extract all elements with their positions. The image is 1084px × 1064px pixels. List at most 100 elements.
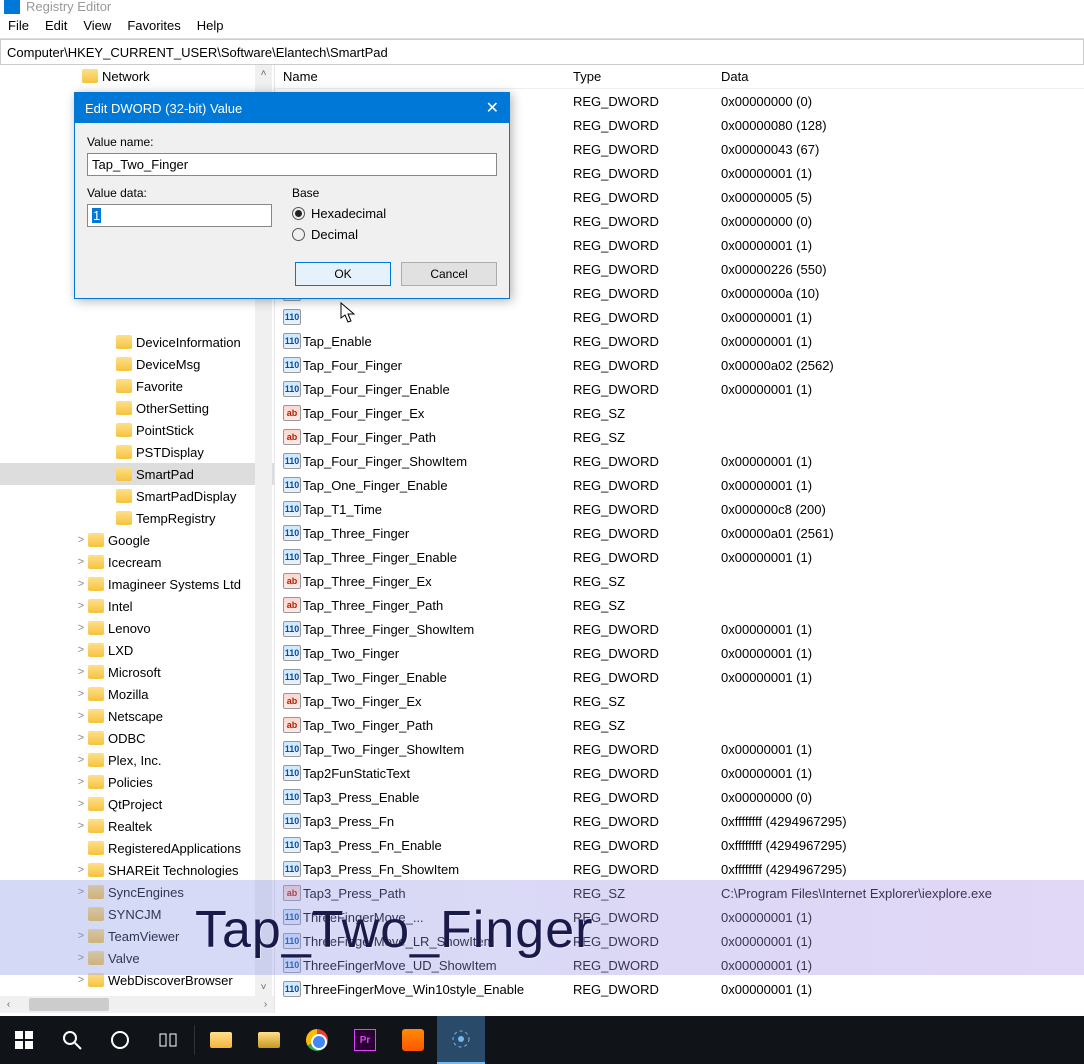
list-row[interactable]: 110ThreeFingerMove_LR_ShowItemREG_DWORD0… [275,929,1084,953]
tree-item[interactable]: SmartPad [0,463,274,485]
reg-dword-icon: 110 [283,981,301,997]
list-row[interactable]: 110Tap_Three_FingerREG_DWORD0x00000a01 (… [275,521,1084,545]
tree-item[interactable]: >Mozilla [0,683,274,705]
tree-item[interactable]: >Realtek [0,815,274,837]
list-row[interactable]: 110Tap3_Press_EnableREG_DWORD0x00000000 … [275,785,1084,809]
cortana-icon[interactable] [96,1016,144,1064]
list-row[interactable]: abTap_Four_Finger_PathREG_SZ [275,425,1084,449]
tree-item[interactable]: >ODBC [0,727,274,749]
value-data-input[interactable]: 1 [87,204,272,227]
tree-item[interactable]: DeviceMsg [0,353,274,375]
tree-item[interactable]: >Imagineer Systems Ltd [0,573,274,595]
list-row[interactable]: 110Tap_T1_TimeREG_DWORD0x000000c8 (200) [275,497,1084,521]
list-row[interactable]: 110Tap_Three_Finger_ShowItemREG_DWORD0x0… [275,617,1084,641]
tree-item[interactable]: >Netscape [0,705,274,727]
tree-hscrollbar[interactable]: ‹ › [0,996,274,1013]
ok-button[interactable]: OK [295,262,391,286]
tree-item[interactable]: >QtProject [0,793,274,815]
tree-item[interactable]: DeviceInformation [0,331,274,353]
pinned-app-icon[interactable] [245,1016,293,1064]
list-row[interactable]: abTap_Two_Finger_ExREG_SZ [275,689,1084,713]
col-name[interactable]: Name [283,69,573,84]
tree-item[interactable]: >Plex, Inc. [0,749,274,771]
col-data[interactable]: Data [721,69,1084,84]
menu-help[interactable]: Help [197,18,224,33]
start-button[interactable] [0,1016,48,1064]
tree-item[interactable]: SmartPadDisplay [0,485,274,507]
list-row[interactable]: 110Tap_EnableREG_DWORD0x00000001 (1) [275,329,1084,353]
scroll-left-icon[interactable]: ‹ [0,996,17,1013]
tree-item[interactable]: SYNCJM [0,903,274,925]
scroll-right-icon[interactable]: › [257,996,274,1013]
tree-item[interactable]: >Microsoft [0,661,274,683]
taskbar[interactable]: Pr [0,1016,1084,1064]
active-app-icon[interactable] [437,1016,485,1064]
tree-item[interactable]: RegisteredApplications [0,837,274,859]
list-row[interactable]: 110Tap_Two_Finger_EnableREG_DWORD0x00000… [275,665,1084,689]
list-row[interactable]: 110Tap3_Press_Fn_ShowItemREG_DWORD0xffff… [275,857,1084,881]
tree-item[interactable]: >WebDiscoverBrowser [0,969,274,991]
tree-item[interactable]: >Intel [0,595,274,617]
list-row[interactable]: abTap_Four_Finger_ExREG_SZ [275,401,1084,425]
scroll-up-icon[interactable]: ˄ [255,65,272,82]
col-type[interactable]: Type [573,69,721,84]
cancel-button[interactable]: Cancel [401,262,497,286]
taskview-icon[interactable] [144,1016,192,1064]
menu-file[interactable]: File [8,18,29,33]
list-row[interactable]: 110ThreeFingerMove_...REG_DWORD0x0000000… [275,905,1084,929]
value-data-label: Value data: [87,186,272,200]
tree-item[interactable]: PSTDisplay [0,441,274,463]
list-row[interactable]: abTap_Three_Finger_ExREG_SZ [275,569,1084,593]
search-icon[interactable] [48,1016,96,1064]
list-row[interactable]: 110ThreeFingerMove_UD_ShowItemREG_DWORD0… [275,953,1084,977]
list-row[interactable]: 110Tap_Four_Finger_ShowItemREG_DWORD0x00… [275,449,1084,473]
list-row[interactable]: 110REG_DWORD0x00000001 (1) [275,305,1084,329]
address-bar[interactable]: Computer\HKEY_CURRENT_USER\Software\Elan… [0,39,1084,65]
tree-item[interactable]: >Valve [0,947,274,969]
list-row[interactable]: 110Tap_Four_Finger_EnableREG_DWORD0x0000… [275,377,1084,401]
reg-dword-icon: 110 [283,909,301,925]
menu-favorites[interactable]: Favorites [127,18,180,33]
menu-edit[interactable]: Edit [45,18,67,33]
list-row[interactable]: 110Tap_One_Finger_EnableREG_DWORD0x00000… [275,473,1084,497]
close-icon[interactable]: ✕ [486,98,499,118]
app-icon [4,0,20,14]
tree-item[interactable]: >Google [0,529,274,551]
tree-item[interactable]: PointStick [0,419,274,441]
value-name-input[interactable] [87,153,497,176]
list-row[interactable]: 110Tap_Two_FingerREG_DWORD0x00000001 (1) [275,641,1084,665]
tree-item[interactable]: >SHAREit Technologies [0,859,274,881]
radio-hexadecimal[interactable]: Hexadecimal [292,206,386,221]
dialog-titlebar[interactable]: Edit DWORD (32-bit) Value ✕ [75,93,509,123]
list-row[interactable]: abTap_Three_Finger_PathREG_SZ [275,593,1084,617]
tree-item[interactable]: >SyncEngines [0,881,274,903]
scroll-down-icon[interactable]: ˅ [255,979,272,996]
list-row[interactable]: 110Tap_Four_FingerREG_DWORD0x00000a02 (2… [275,353,1084,377]
tree-item[interactable]: OtherSetting [0,397,274,419]
premiere-icon[interactable]: Pr [341,1016,389,1064]
list-row[interactable]: 110ThreeFingerMove_Win10style_EnableREG_… [275,977,1084,1001]
list-row[interactable]: 110Tap3_Press_Fn_EnableREG_DWORD0xffffff… [275,833,1084,857]
reg-dword-icon: 110 [283,549,301,565]
list-row[interactable]: 110Tap3_Press_FnREG_DWORD0xffffffff (429… [275,809,1084,833]
reg-sz-icon: ab [283,573,301,589]
tree-item[interactable]: >Lenovo [0,617,274,639]
list-row[interactable]: 110Tap2FunStaticTextREG_DWORD0x00000001 … [275,761,1084,785]
list-row[interactable]: abTap3_Press_PathREG_SZC:\Program Files\… [275,881,1084,905]
list-row[interactable]: 110Tap_Two_Finger_ShowItemREG_DWORD0x000… [275,737,1084,761]
list-row[interactable]: abTap_Two_Finger_PathREG_SZ [275,713,1084,737]
chrome-icon[interactable] [293,1016,341,1064]
tree-item[interactable]: >LXD [0,639,274,661]
menu-view[interactable]: View [83,18,111,33]
tree-item[interactable]: Network [0,65,274,87]
tree-item[interactable]: TempRegistry [0,507,274,529]
tree-item[interactable]: Favorite [0,375,274,397]
radio-decimal[interactable]: Decimal [292,227,386,242]
app-orange-icon[interactable] [389,1016,437,1064]
tree-item[interactable]: >Icecream [0,551,274,573]
file-explorer-icon[interactable] [197,1016,245,1064]
tree-item[interactable]: >TeamViewer [0,925,274,947]
list-row[interactable]: 110Tap_Three_Finger_EnableREG_DWORD0x000… [275,545,1084,569]
tree-item[interactable]: >Policies [0,771,274,793]
hscroll-thumb[interactable] [29,998,109,1011]
